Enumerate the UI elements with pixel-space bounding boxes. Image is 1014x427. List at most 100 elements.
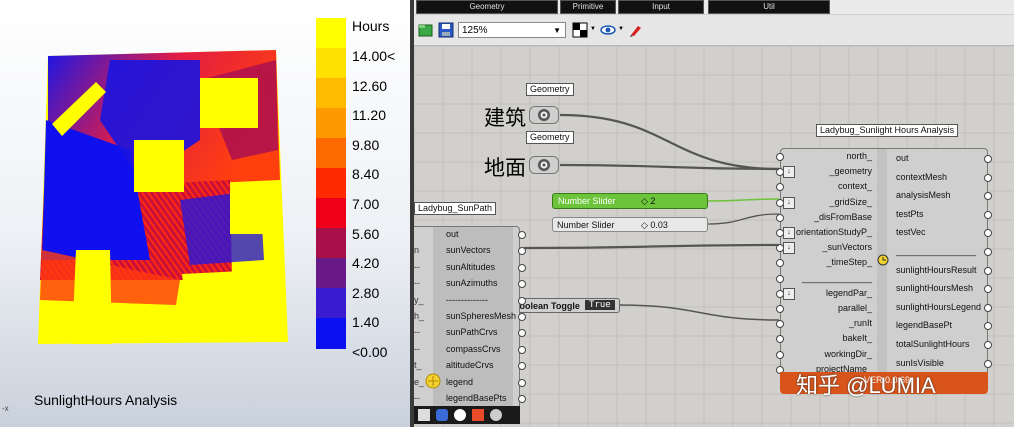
- sunlight-output-label: testPts: [896, 208, 924, 219]
- sunpath-input-stub: --: [414, 261, 420, 272]
- legend-label: 1.40: [352, 314, 380, 331]
- building-5: [72, 250, 112, 344]
- rhino-viewport[interactable]: Hours 14.00< 12.60 11.20 9.80 8.40 7.00 5.60 4.…: [0, 0, 410, 427]
- bake-icon[interactable]: [418, 409, 430, 421]
- output-port[interactable]: [984, 155, 992, 163]
- sunlight-output-label: contextMesh: [896, 171, 948, 182]
- building-6: [182, 270, 264, 306]
- legend-title: Hours: [352, 18, 390, 34]
- output-port[interactable]: [984, 341, 992, 349]
- output-port[interactable]: [518, 313, 526, 321]
- tab-util[interactable]: Util: [708, 0, 830, 14]
- output-port[interactable]: [518, 296, 526, 305]
- output-port[interactable]: [984, 266, 992, 275]
- legend-label: 7.00: [352, 196, 380, 212]
- output-port[interactable]: [984, 210, 992, 219]
- input-port[interactable]: [776, 350, 784, 359]
- input-port[interactable]: [776, 274, 784, 283]
- paintbrush-icon[interactable]: [628, 22, 644, 38]
- output-port[interactable]: [518, 231, 526, 239]
- sunlight-input-label: _geometry: [829, 166, 872, 177]
- slider-name: Number Slider: [557, 220, 615, 230]
- sunlight-output-label: ________________: [896, 246, 977, 256]
- ladybug-icon[interactable]: [490, 409, 502, 421]
- tab-primitive[interactable]: Primitive: [560, 0, 616, 14]
- open-file-icon[interactable]: [418, 22, 434, 38]
- legend-label: 2.80: [352, 284, 380, 301]
- output-port[interactable]: [518, 345, 526, 354]
- legend-label: 12.60: [352, 77, 388, 94]
- python-icon[interactable]: [436, 409, 448, 421]
- legend-swatch: [316, 318, 346, 349]
- sunlight-input-label: _gridSize_: [829, 196, 872, 207]
- output-port[interactable]: [518, 395, 526, 403]
- legend-swatch: [316, 48, 346, 79]
- legend-label: 8.40: [352, 166, 380, 183]
- dropdown-arrow-icon[interactable]: ▼: [618, 26, 624, 32]
- input-port[interactable]: [776, 305, 784, 313]
- sunlight-output-label: sunlightHoursLegend: [896, 301, 982, 312]
- input-port[interactable]: [776, 153, 784, 161]
- output-port[interactable]: [518, 378, 526, 387]
- output-port[interactable]: [984, 359, 992, 368]
- chevron-down-icon: ▼: [553, 26, 561, 35]
- sunlight-heatmap: [38, 50, 288, 344]
- sunlight-output-label: totalSunlightHours: [896, 339, 970, 349]
- sunlight-input-label: workingDir_: [824, 348, 872, 359]
- preview-mode-icon[interactable]: [572, 22, 588, 38]
- input-port[interactable]: [776, 213, 784, 222]
- save-file-icon[interactable]: [438, 22, 454, 38]
- zoom-select[interactable]: 125% ▼: [458, 22, 566, 38]
- sunpath-output-label: legendBasePts: [446, 393, 507, 403]
- sunlight-input-label: orientationStudyP_: [795, 227, 872, 237]
- sunpath-input-stub: --: [414, 278, 420, 289]
- legend-swatch: [316, 198, 346, 229]
- tab-input[interactable]: Input: [618, 0, 704, 14]
- close-icon[interactable]: [454, 409, 466, 421]
- grasshopper-canvas[interactable]: Geometry Primitive Input Util 125% ▼ ▼ ▼…: [414, 0, 1014, 427]
- sunlight-input-label: parallel_: [837, 303, 872, 313]
- tab-geometry[interactable]: Geometry: [416, 0, 558, 14]
- sunlight-output-label: analysisMesh: [896, 190, 951, 201]
- sunlight-input-label: legendPar_: [825, 287, 872, 298]
- sunpath-title: Ladybug_SunPath: [414, 202, 497, 215]
- sunlight-input-label: context_: [837, 181, 872, 192]
- sunlight-title: Ladybug_Sunlight Hours Analysis: [816, 124, 959, 137]
- sunlight-input-label: north_: [846, 151, 872, 161]
- number-slider-distance[interactable]: Number Slider ◇ 0.03: [552, 217, 708, 232]
- sunpath-input-stub: h_: [414, 311, 425, 321]
- sunlight-output-label: sunlightHoursResult: [896, 264, 977, 275]
- geometry-param-icon: [538, 159, 550, 171]
- flatten-arrow-icon: ↓: [783, 227, 795, 239]
- eye-preview-icon[interactable]: [600, 22, 616, 38]
- sunlight-input-label: _disFromBase: [813, 211, 872, 222]
- sunlight-output-label: legendBasePt: [896, 320, 953, 331]
- sunlight-input-label: _timeStep_: [826, 257, 872, 268]
- legend-label: 4.20: [352, 255, 380, 272]
- legend-swatch: [316, 258, 346, 289]
- building-2: [134, 140, 184, 192]
- sunlight-output-label: out: [896, 153, 909, 163]
- sunpath-output-label: legend: [446, 376, 474, 387]
- axis-label: -x: [2, 404, 9, 413]
- watermark: 知乎 @LUMIA: [796, 373, 936, 398]
- building-3: [230, 190, 274, 234]
- dropdown-arrow-icon[interactable]: ▼: [590, 26, 596, 32]
- legend-label: 14.00<: [352, 48, 396, 64]
- number-slider-grid-size[interactable]: Number Slider ◇ 2: [552, 193, 708, 209]
- legend-swatch: [316, 138, 346, 169]
- param-tag-geometry-2: Geometry: [526, 131, 574, 144]
- sunpath-input-stub: t_: [414, 360, 422, 371]
- output-port[interactable]: [984, 173, 992, 182]
- sunlight-output-label: testVec: [896, 227, 926, 238]
- sunpath-input-stub: n: [414, 245, 420, 256]
- output-port[interactable]: [984, 248, 992, 256]
- toggle-value[interactable]: True: [585, 300, 615, 310]
- sunpath-input-stub: --: [414, 327, 420, 338]
- flatten-arrow-icon: ↓: [783, 196, 795, 209]
- plus-icon[interactable]: [472, 409, 484, 421]
- building-1: [200, 78, 258, 128]
- legend-swatch: [316, 18, 346, 49]
- output-port[interactable]: [518, 263, 526, 272]
- output-port[interactable]: [984, 303, 992, 312]
